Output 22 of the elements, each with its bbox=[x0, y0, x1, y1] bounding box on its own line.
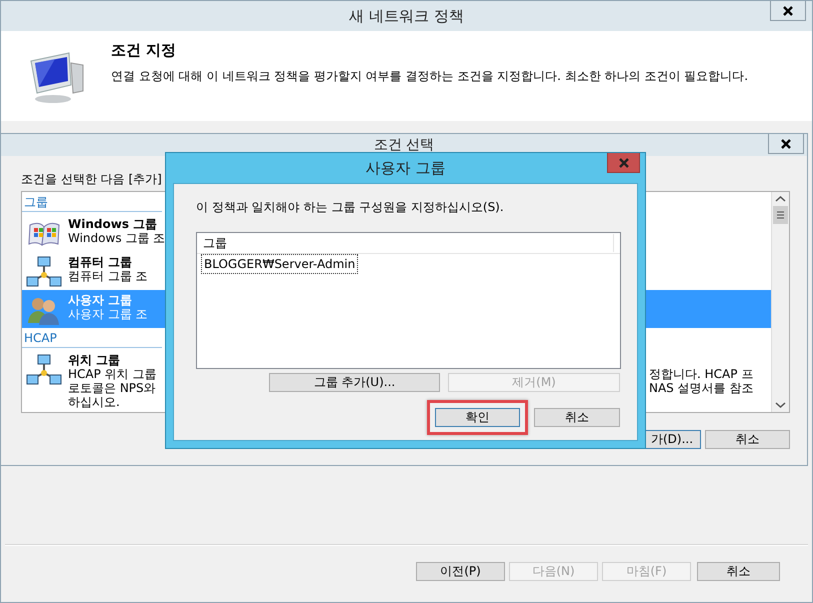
group-header: HCAP bbox=[22, 328, 162, 348]
item-title: Windows 그룹 bbox=[68, 217, 158, 231]
item-title: 컴퓨터 그룹 bbox=[68, 255, 134, 269]
instruction-text: 조건을 선택한 다음 [추가] bbox=[21, 171, 163, 188]
window-title: 조건 선택 bbox=[374, 136, 434, 154]
description-text: 연결 요청에 대해 이 네트워크 정책을 평가할지 여부를 결정하는 조건을 지정합니다. 최소한 하나의 조건이 필요합니다. bbox=[111, 68, 748, 85]
section-heading: 조건 지정 bbox=[111, 41, 178, 59]
column-header: 그룹 bbox=[203, 234, 614, 252]
dialog-title: 사용자 그룹 bbox=[366, 158, 446, 179]
instruction-text: 이 정책과 일치해야 하는 그룹 구성원을 지정하십시오(S). bbox=[196, 199, 505, 216]
item-title: 사용자 그룹 bbox=[68, 293, 134, 307]
group-header: 그룹 bbox=[22, 192, 162, 212]
item-title: 위치 그룹 bbox=[68, 353, 122, 367]
item-description: 하십시오. bbox=[68, 395, 121, 409]
window-title: 새 네트워크 정책 bbox=[349, 6, 464, 27]
item-description: NAS 설명서를 참조 bbox=[649, 381, 754, 395]
item-description: 컴퓨터 그룹 조 bbox=[68, 269, 148, 283]
item-description: 로토콜은 NPS와 bbox=[68, 381, 156, 395]
item-description: HCAP 위치 그룹 bbox=[68, 367, 156, 381]
item-description: 정합니다. HCAP 프 bbox=[649, 367, 754, 381]
item-description: 사용자 그룹 조 bbox=[68, 307, 148, 321]
item-description: Windows 그룹 조 bbox=[68, 231, 166, 245]
